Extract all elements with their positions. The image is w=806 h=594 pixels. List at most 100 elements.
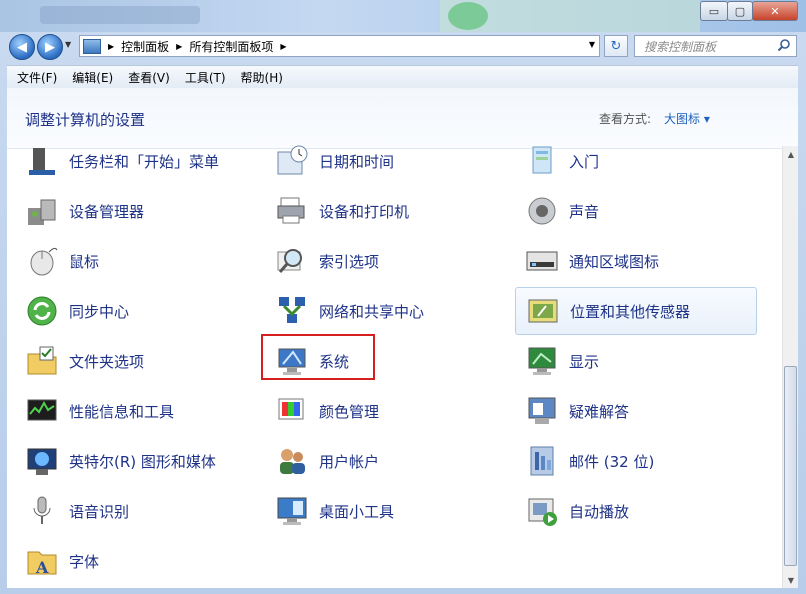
menu-tools[interactable]: 工具(T) bbox=[175, 69, 231, 86]
breadcrumb-separator[interactable]: ▶ bbox=[176, 42, 182, 51]
control-panel-item[interactable]: 任务栏和「开始」菜单 bbox=[7, 137, 247, 185]
minimize-button[interactable]: ▭ bbox=[700, 1, 728, 21]
title-bar[interactable]: ▭ ▢ ✕ bbox=[0, 0, 806, 32]
control-panel-item-label: 声音 bbox=[569, 202, 600, 221]
breadcrumb-all-items[interactable]: 所有控制面板项 bbox=[189, 38, 273, 55]
user-accounts-icon bbox=[275, 444, 309, 478]
control-panel-item-label: 疑难解答 bbox=[569, 402, 630, 421]
control-panel-item[interactable]: 声音 bbox=[507, 187, 747, 235]
control-panel-item-label: 日期和时间 bbox=[319, 152, 395, 171]
control-panel-item-label: 通知区域图标 bbox=[569, 252, 660, 271]
breadcrumb-control-panel[interactable]: 控制面板 bbox=[121, 38, 169, 55]
search-input[interactable]: 搜索控制面板 bbox=[634, 35, 797, 57]
breadcrumb-separator[interactable]: ▶ bbox=[280, 42, 286, 51]
control-panel-icon bbox=[83, 38, 101, 54]
calendar-clock-icon bbox=[275, 144, 309, 178]
control-panel-item[interactable]: 鼠标 bbox=[7, 237, 247, 285]
control-panel-item-label: 语音识别 bbox=[69, 502, 130, 521]
blurred-title-area bbox=[40, 6, 200, 24]
mail-icon bbox=[525, 444, 559, 478]
troubleshooting-icon bbox=[525, 394, 559, 428]
back-button[interactable]: ◀ bbox=[9, 34, 35, 60]
control-panel-item[interactable]: 邮件 (32 位) bbox=[507, 437, 747, 485]
control-panel-item[interactable]: 性能信息和工具 bbox=[7, 387, 247, 435]
control-panel-item[interactable]: 疑难解答 bbox=[507, 387, 747, 435]
control-panel-item-label: 网络和共享中心 bbox=[319, 302, 425, 321]
control-panel-item[interactable]: 索引选项 bbox=[257, 237, 497, 285]
control-panel-item[interactable]: 自动播放 bbox=[507, 487, 747, 535]
control-panel-content: 调整计算机的设置 查看方式: 大图标 ▾ 任务栏和「开始」菜单 日期和时间 入门 设备… bbox=[7, 88, 798, 588]
control-panel-item[interactable]: 文件夹选项 bbox=[7, 337, 247, 385]
control-panel-item-label: 任务栏和「开始」菜单 bbox=[69, 152, 220, 171]
maximize-button[interactable]: ▢ bbox=[727, 1, 753, 21]
control-panel-item[interactable]: 日期和时间 bbox=[257, 137, 497, 185]
address-bar[interactable]: ▶ 控制面板 ▶ 所有控制面板项 ▶ ▼ bbox=[79, 35, 600, 57]
recent-pages-dropdown-icon[interactable]: ▼ bbox=[65, 40, 71, 49]
control-panel-item[interactable]: 用户帐户 bbox=[257, 437, 497, 485]
menu-edit[interactable]: 编辑(E) bbox=[62, 69, 118, 86]
search-icon[interactable] bbox=[777, 38, 791, 52]
sync-icon bbox=[25, 294, 59, 328]
speaker-icon bbox=[525, 194, 559, 228]
control-panel-item-label: 英特尔(R) 图形和媒体 bbox=[69, 452, 216, 471]
autoplay-icon bbox=[525, 494, 559, 528]
control-panel-item-label: 位置和其他传感器 bbox=[570, 302, 691, 321]
mouse-icon bbox=[25, 244, 59, 278]
control-panel-item[interactable]: 通知区域图标 bbox=[507, 237, 747, 285]
page-title: 调整计算机的设置 bbox=[25, 111, 146, 129]
gadgets-icon bbox=[275, 494, 309, 528]
control-panel-item-label: 设备和打印机 bbox=[319, 202, 410, 221]
control-panel-window: ▭ ▢ ✕ ◀ ▶ ▼ ▶ 控制面板 ▶ 所有控制面板项 ▶ ▼ ↻ 搜索控制面… bbox=[0, 0, 806, 594]
control-panel-item[interactable]: 显示 bbox=[507, 337, 747, 385]
scroll-thumb[interactable] bbox=[784, 366, 797, 566]
view-by-dropdown[interactable]: 大图标 ▾ bbox=[664, 110, 710, 127]
control-panel-item-label: 入门 bbox=[569, 152, 600, 171]
forward-button[interactable]: ▶ bbox=[37, 34, 63, 60]
menu-file[interactable]: 文件(F) bbox=[7, 69, 62, 86]
control-panel-item[interactable]: 位置和其他传感器 bbox=[515, 287, 757, 335]
control-panel-item-label: 自动播放 bbox=[569, 502, 630, 521]
control-panel-item[interactable]: A 字体 bbox=[7, 537, 247, 585]
control-panel-item[interactable]: 颜色管理 bbox=[257, 387, 497, 435]
control-panel-item-label: 桌面小工具 bbox=[319, 502, 395, 521]
control-panel-item[interactable]: 桌面小工具 bbox=[257, 487, 497, 535]
control-panel-item[interactable]: 英特尔(R) 图形和媒体 bbox=[7, 437, 247, 485]
vertical-scrollbar[interactable]: ▲ ▼ bbox=[782, 146, 798, 588]
display-icon bbox=[525, 344, 559, 378]
highlight-box bbox=[261, 334, 375, 380]
printer-icon bbox=[275, 194, 309, 228]
control-panel-item-label: 邮件 (32 位) bbox=[569, 452, 655, 471]
notification-tray-icon bbox=[525, 244, 559, 278]
magnifier-icon bbox=[275, 244, 309, 278]
color-management-icon bbox=[275, 394, 309, 428]
control-panel-item[interactable]: 网络和共享中心 bbox=[257, 287, 497, 335]
address-dropdown-icon[interactable]: ▼ bbox=[589, 40, 595, 49]
control-panel-item-label: 设备管理器 bbox=[69, 202, 145, 221]
taskbar-icon bbox=[25, 144, 59, 178]
scroll-down-icon[interactable]: ▼ bbox=[783, 572, 798, 588]
control-panel-item[interactable]: 设备管理器 bbox=[7, 187, 247, 235]
folder-options-icon bbox=[25, 344, 59, 378]
close-button[interactable]: ✕ bbox=[752, 1, 798, 21]
menu-bar: 文件(F) 编辑(E) 查看(V) 工具(T) 帮助(H) bbox=[7, 65, 798, 89]
control-panel-item-label: 鼠标 bbox=[69, 252, 100, 271]
menu-help[interactable]: 帮助(H) bbox=[231, 69, 288, 86]
blurred-background-icon bbox=[448, 2, 488, 30]
search-placeholder: 搜索控制面板 bbox=[644, 39, 717, 54]
breadcrumb-separator[interactable]: ▶ bbox=[108, 42, 114, 51]
control-panel-item[interactable]: 入门 bbox=[507, 137, 747, 185]
microphone-icon bbox=[25, 494, 59, 528]
control-panel-item-label: 颜色管理 bbox=[319, 402, 380, 421]
refresh-button[interactable]: ↻ bbox=[604, 35, 628, 57]
sensor-icon bbox=[526, 294, 560, 328]
control-panel-item[interactable]: 语音识别 bbox=[7, 487, 247, 535]
control-panel-item-label: 文件夹选项 bbox=[69, 352, 145, 371]
navigation-row: ◀ ▶ ▼ ▶ 控制面板 ▶ 所有控制面板项 ▶ ▼ ↻ 搜索控制面板 bbox=[0, 32, 806, 62]
performance-icon bbox=[25, 394, 59, 428]
scroll-up-icon[interactable]: ▲ bbox=[783, 146, 798, 162]
svg-text:A: A bbox=[35, 558, 49, 577]
menu-view[interactable]: 查看(V) bbox=[118, 69, 175, 86]
control-panel-item-label: 索引选项 bbox=[319, 252, 380, 271]
control-panel-item[interactable]: 设备和打印机 bbox=[257, 187, 497, 235]
control-panel-item[interactable]: 同步中心 bbox=[7, 287, 247, 335]
